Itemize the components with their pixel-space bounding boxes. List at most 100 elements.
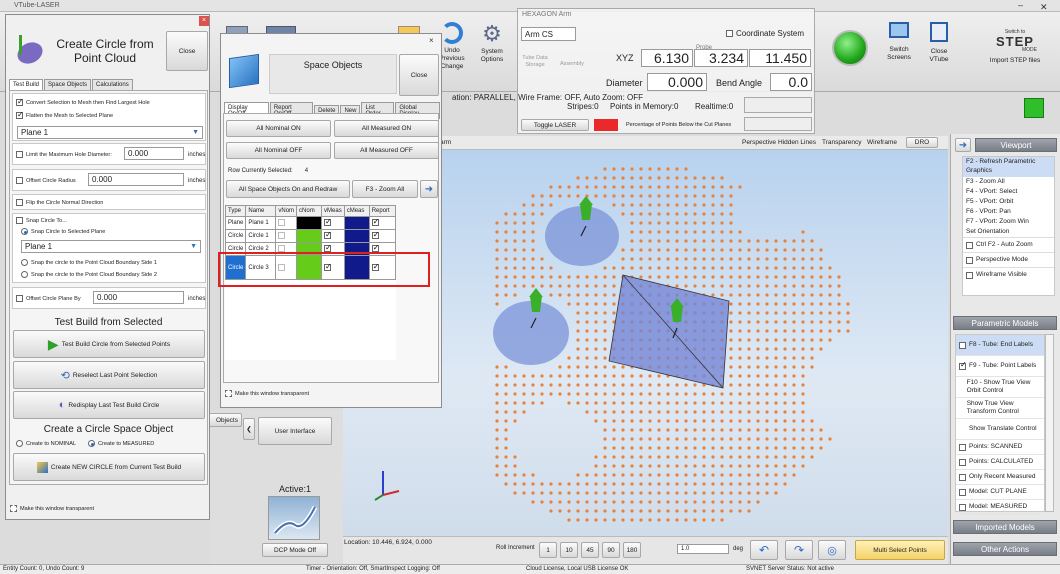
snap-to-option[interactable]: Snap Circle To...	[16, 217, 67, 224]
cmeas-cell[interactable]	[343, 216, 370, 230]
snap-plane-select[interactable]: Plane 1 ▼	[21, 240, 201, 253]
create-measured-option[interactable]: Create to MEASURED	[88, 440, 154, 447]
perspective-mode-option[interactable]: Perspective Mode	[963, 252, 1054, 267]
green-status-light[interactable]	[832, 30, 868, 66]
wireframe-visible-option[interactable]: Wireframe Visible	[963, 267, 1054, 282]
table-header-cell[interactable]: Name	[245, 205, 277, 217]
viewport-item[interactable]: F3 - Zoom All	[963, 177, 1054, 187]
table-header-cell[interactable]: Type	[224, 205, 247, 217]
all-nominal-on-button[interactable]: All Nominal ON	[226, 120, 331, 137]
offset-plane-option[interactable]: Offset Circle Plane By	[16, 295, 81, 302]
roll-button-45[interactable]: 45	[581, 542, 599, 558]
snap-to-checkbox[interactable]	[16, 217, 23, 224]
vmeas-cell[interactable]	[321, 216, 345, 230]
roll-button-180[interactable]: 180	[623, 542, 641, 558]
flip-normal-checkbox[interactable]	[16, 199, 23, 206]
rotate-cw-button[interactable]: ↷	[785, 540, 813, 560]
mesh-plane-select[interactable]: Plane 1 ▼	[17, 126, 203, 139]
parametric-item[interactable]: F10 - Show True View Orbit Control	[956, 377, 1044, 398]
parametric-models-header[interactable]: Parametric Models	[953, 316, 1057, 330]
other-actions-header[interactable]: Other Actions	[953, 542, 1057, 556]
parametric-item[interactable]: F8 - Tube: End Labels	[956, 335, 1044, 356]
chevron-left-icon[interactable]: ❮	[243, 418, 255, 440]
transparency-toggle[interactable]: Transparency	[822, 139, 862, 146]
table-header-cell[interactable]: cNom	[296, 205, 323, 217]
reselect-button[interactable]: ⟲ Reselect Last Point Selection	[13, 361, 205, 389]
parametric-item-checkbox[interactable]	[959, 488, 966, 496]
report-cell[interactable]	[368, 216, 396, 230]
table-header-cell[interactable]: Report	[368, 205, 396, 217]
all-on-redraw-button[interactable]: All Space Objects On and Redraw	[226, 180, 350, 198]
wireframe-visible-option-checkbox[interactable]	[966, 271, 973, 279]
snap-side2-option[interactable]: Snap the circle to the Point Cloud Bound…	[21, 271, 157, 278]
dcp-mode-button[interactable]: DCP Mode Off	[262, 543, 328, 557]
parametric-item[interactable]: F9 - Tube: Point Labels	[956, 356, 1044, 377]
circle-tab-1[interactable]: Space Objects	[44, 79, 92, 90]
user-interface-button[interactable]: User Interface	[258, 417, 332, 445]
roll-button-1[interactable]: 1	[539, 542, 557, 558]
table-header-cell[interactable]: cMeas	[343, 205, 370, 217]
circle-transparent-option[interactable]: Make this window transparent	[10, 505, 94, 512]
hidden-lines-toggle[interactable]: Hidden Lines	[778, 139, 816, 146]
roll-value-input[interactable]: 1.0	[677, 544, 729, 554]
cnom-cell[interactable]	[296, 229, 323, 243]
viewport-item[interactable]: F2 - Refresh Parametric Graphics	[963, 157, 1054, 177]
viewport-section-header[interactable]: Viewport	[975, 138, 1057, 152]
vnom-cell[interactable]	[275, 229, 298, 243]
viewport-item[interactable]: Set Orientation	[963, 227, 1054, 237]
table-header-cell[interactable]: vMeas	[321, 205, 345, 217]
snap-side1-option[interactable]: Snap the circle to the Point Cloud Bound…	[21, 259, 157, 266]
viewport-item[interactable]: F6 - VPort: Pan	[963, 207, 1054, 217]
parametric-item[interactable]: Show True View Transform Control	[956, 398, 1044, 419]
ctrl-f2-option[interactable]: Ctrl F2 - Auto Zoom	[963, 237, 1054, 252]
parametric-item-checkbox[interactable]	[959, 443, 966, 451]
parametric-item-checkbox[interactable]	[959, 473, 966, 481]
circle-tab-2[interactable]: Calculations	[92, 79, 133, 90]
flatten-mesh-checkbox[interactable]	[16, 110, 24, 119]
vmeas-checkbox[interactable]	[324, 217, 332, 227]
parametric-item[interactable]: Show Translate Control	[956, 419, 1044, 440]
table-header-cell[interactable]: vNom	[275, 205, 298, 217]
ctrl-f2-option-checkbox[interactable]	[966, 241, 973, 249]
vmeas-cell[interactable]	[321, 229, 345, 243]
vnom-checkbox[interactable]	[278, 232, 286, 240]
all-measured-on-button[interactable]: All Measured ON	[334, 120, 439, 137]
vnom-checkbox[interactable]	[278, 219, 286, 227]
plane-1-quad[interactable]	[608, 274, 730, 389]
window-close-icon[interactable]: ✕	[1040, 2, 1048, 13]
offset-radius-checkbox[interactable]	[16, 177, 23, 184]
flatten-mesh-option[interactable]: Flatten the Mesh to Selected Plane	[16, 110, 113, 119]
parametric-item-checkbox[interactable]	[959, 503, 966, 511]
import-step-button[interactable]: Switch to STEP MODE Import STEP files	[975, 30, 1055, 70]
toggle-laser-button[interactable]: Toggle LASER	[521, 119, 589, 131]
report-cell[interactable]	[368, 229, 396, 243]
create-nominal-option[interactable]: Create to NOMINAL	[16, 440, 76, 447]
space-transparent-checkbox[interactable]	[225, 390, 232, 397]
circle-3-disc[interactable]	[493, 301, 569, 365]
space-transparent-option[interactable]: Make this window transparent	[225, 390, 309, 397]
snap-side1-radio[interactable]	[21, 259, 28, 266]
vnom-cell[interactable]	[275, 216, 298, 230]
cnom-cell[interactable]	[296, 216, 323, 230]
report-checkbox[interactable]	[371, 230, 379, 240]
create-measured-radio[interactable]	[88, 440, 95, 447]
test-build-circle-button[interactable]: ▶ Test Build Circle from Selected Points	[13, 330, 205, 358]
rotate-ccw-button[interactable]: ↶	[750, 540, 778, 560]
flip-normal-option[interactable]: Flip the Circle Normal Direction	[16, 199, 103, 206]
all-measured-off-button[interactable]: All Measured OFF	[334, 142, 439, 159]
viewport-item[interactable]: F4 - VPort: Select	[963, 187, 1054, 197]
table-row[interactable]: Plane Plane 1	[224, 216, 396, 230]
limit-diameter-input[interactable]: 0.000	[124, 147, 184, 160]
roll-button-90[interactable]: 90	[602, 542, 620, 558]
circle-window-close-x[interactable]: ×	[199, 16, 209, 26]
parametric-item[interactable]: Model: MEASURED	[956, 500, 1044, 515]
create-nominal-radio[interactable]	[16, 440, 23, 447]
window-minimize-icon[interactable]: –	[1018, 0, 1023, 10]
limit-diameter-checkbox[interactable]	[16, 151, 23, 158]
perspective-toggle[interactable]: Perspective	[742, 139, 776, 146]
circle-transparent-checkbox[interactable]	[10, 505, 17, 512]
switch-screens-button[interactable]: Switch Screens	[882, 22, 916, 72]
system-options-button[interactable]: ⚙ System Options	[475, 22, 509, 72]
report-checkbox[interactable]	[371, 217, 379, 227]
objects-button[interactable]: Objects	[208, 413, 242, 427]
